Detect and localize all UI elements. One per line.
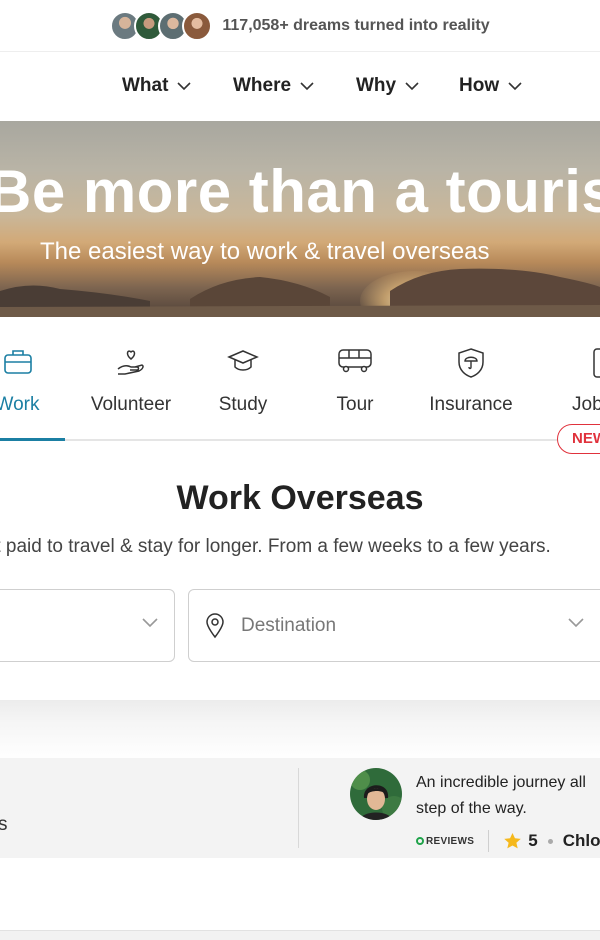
chevron-down-icon [405, 81, 419, 90]
shield-umbrella-icon [458, 348, 484, 378]
heart-hand-icon [117, 350, 144, 375]
reviews-source: REVIEWS [426, 835, 475, 847]
avatar-group [110, 10, 213, 41]
phone-icon [593, 348, 600, 378]
bus-icon [338, 349, 372, 373]
tab-volunteer[interactable]: Volunteer [82, 317, 180, 439]
tab-insurance[interactable]: Insurance [420, 317, 522, 439]
tab-label: Tour [336, 394, 374, 415]
reviewer-avatar [350, 768, 402, 820]
hero-banner: Be more than a tourist The easiest way t… [0, 121, 600, 317]
section-title: Work Overseas [176, 479, 424, 517]
previous-review-fragment: s [0, 814, 8, 835]
reviews-strip: s An incredible journey all step of the … [0, 758, 600, 858]
review-meta: REVIEWS 5 Chloe [416, 830, 600, 852]
nav-item-why[interactable]: Why [356, 75, 419, 97]
tab-tour[interactable]: Tour [320, 317, 390, 439]
chevron-down-icon [568, 618, 584, 628]
category-tabs: Work Volunteer Study Tour Insurance Jobs [0, 317, 600, 441]
meta-bullet [547, 838, 553, 844]
chevron-down-icon [177, 81, 192, 90]
nav-item-label: Why [356, 75, 397, 96]
destination-select[interactable]: Destination [188, 589, 600, 662]
nav-item-label: How [459, 75, 500, 96]
chevron-down-icon [142, 618, 158, 628]
briefcase-icon [3, 350, 32, 374]
meta-separator [488, 830, 490, 852]
tab-label: Jobs [572, 394, 600, 415]
tab-label: Volunteer [90, 394, 172, 415]
chevron-down-icon [300, 81, 314, 90]
reviews-logo-mark [416, 837, 424, 845]
star-icon [504, 832, 521, 849]
program-type-select[interactable] [0, 589, 175, 662]
chevron-down-icon [508, 81, 522, 90]
tab-study[interactable]: Study [207, 317, 279, 439]
destination-placeholder: Destination [241, 614, 337, 636]
main-nav: What Where Why How [0, 53, 600, 121]
section-subtitle: Get paid to travel & stay for longer. Fr… [0, 536, 551, 557]
hero-subtitle: The easiest way to work & travel oversea… [40, 238, 490, 265]
reviewer-photo [350, 768, 402, 820]
review-quote: An incredible journey all step of the wa… [416, 774, 586, 817]
hero-title: Be more than a tourist [0, 158, 600, 225]
nav-item-where[interactable]: Where [233, 75, 314, 97]
review-rating: 5 [528, 831, 538, 850]
tab-label: Insurance [429, 394, 513, 415]
nav-item-what[interactable]: What [122, 75, 192, 97]
tab-work[interactable]: Work [0, 317, 65, 441]
reviews-logo: REVIEWS [416, 836, 474, 847]
nav-item-how[interactable]: How [459, 75, 522, 97]
map-pin-icon [206, 612, 224, 638]
page-bottom-edge [0, 930, 600, 940]
reviewer-name: Chloe [562, 831, 600, 850]
avatar [182, 10, 213, 41]
nav-item-label: Where [233, 75, 292, 96]
tab-label: Study [218, 394, 268, 415]
new-badge: NEW [557, 424, 600, 454]
dreams-count-text: 117,058+ dreams turned into reality [222, 16, 490, 34]
review-divider [298, 768, 299, 848]
tab-jobs[interactable]: Jobs [568, 317, 600, 439]
graduation-cap-icon [227, 350, 259, 371]
social-proof-bar: 117,058+ dreams turned into reality [0, 0, 600, 52]
tab-label: Work [0, 394, 40, 415]
nav-item-label: What [122, 75, 169, 96]
section-shadow [0, 700, 600, 760]
